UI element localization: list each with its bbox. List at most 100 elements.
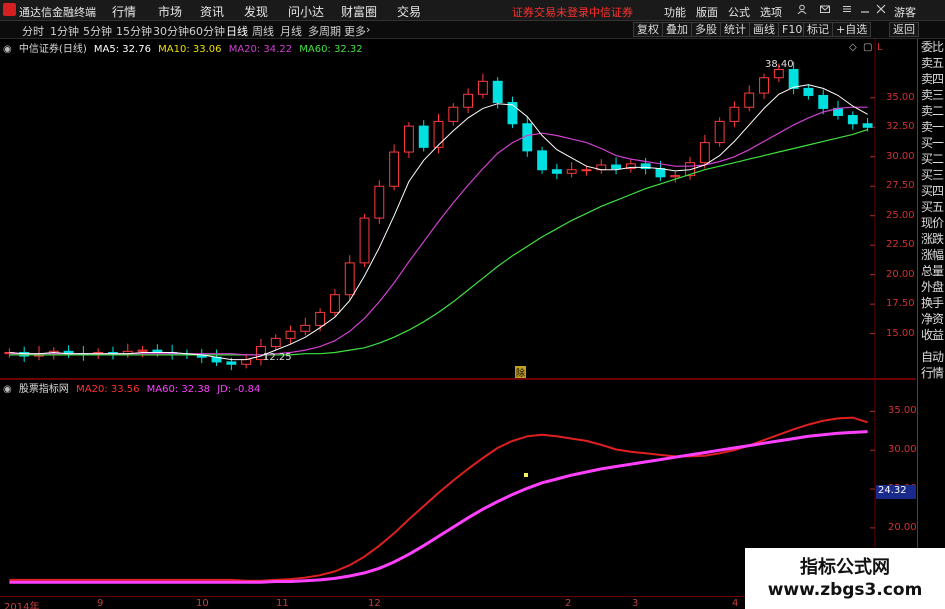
overlay-button[interactable]: 叠加 xyxy=(662,22,692,37)
period-multi[interactable]: 多周期 xyxy=(308,23,341,39)
menu-assistant[interactable]: 问小达 xyxy=(288,3,324,20)
login-status[interactable]: 证券交易未登录 xyxy=(512,4,589,20)
y-tick-label: 25.00 xyxy=(886,209,915,221)
app-logo-icon xyxy=(3,3,16,16)
side-tab-auto[interactable]: 自动 xyxy=(918,349,945,365)
y-tick-label: 27.50 xyxy=(886,180,915,192)
expand-icon[interactable]: ◉ xyxy=(3,44,12,55)
chevron-right-icon[interactable]: › xyxy=(366,23,370,36)
candle-body xyxy=(655,168,666,178)
menu-discover[interactable]: 发现 xyxy=(244,3,268,20)
side-tab-ask2[interactable]: 卖二 xyxy=(918,103,945,119)
side-tab-price[interactable]: 现价 xyxy=(918,215,945,231)
indicator-ma20-value: MA20: 33.56 xyxy=(76,384,140,395)
mark-button[interactable]: 标记 xyxy=(803,22,833,37)
candle-body xyxy=(374,185,385,219)
x-tick: 9 xyxy=(97,598,104,609)
guest-label[interactable]: 游客 xyxy=(894,4,916,20)
candle-body xyxy=(847,114,858,125)
side-tab-ask3[interactable]: 卖三 xyxy=(918,87,945,103)
side-tab-quotes[interactable]: 行情 xyxy=(918,365,945,381)
candle-body xyxy=(507,102,518,125)
ma60-value: MA60: 32.32 xyxy=(299,44,363,55)
indicator-y-tick-label: 35.00 xyxy=(888,405,917,417)
candle-body xyxy=(226,361,237,365)
side-tab-turnover[interactable]: 换手 xyxy=(918,295,945,311)
toolbar: 分时 1分钟 5分钟 15分钟 30分钟 60分钟 日线 周线 月线 多周期 更… xyxy=(0,21,945,39)
indicator-name[interactable]: 股票指标网 xyxy=(19,384,69,395)
menu-wealth[interactable]: 财富圈 xyxy=(341,3,377,20)
scale-type-label[interactable]: L xyxy=(877,42,883,53)
side-tab-earnings[interactable]: 收益 xyxy=(918,327,945,343)
side-tab-committee-ratio[interactable]: 委比 xyxy=(918,39,945,55)
side-tab-bid4[interactable]: 买四 xyxy=(918,183,945,199)
candle-body xyxy=(803,87,814,96)
y-tick-label: 15.00 xyxy=(886,327,915,339)
side-tab-volume[interactable]: 总量 xyxy=(918,263,945,279)
indicator-y-tick-label: 30.00 xyxy=(888,444,917,456)
indicator-expand-icon[interactable]: ◉ xyxy=(3,384,12,395)
user-icon[interactable] xyxy=(797,4,807,14)
period-1min[interactable]: 1分钟 xyxy=(50,23,79,39)
side-tab-bid2[interactable]: 买二 xyxy=(918,151,945,167)
menu-icon[interactable] xyxy=(842,4,852,14)
price-chart[interactable] xyxy=(0,39,916,378)
candle-body xyxy=(270,337,281,348)
menu-trade[interactable]: 交易 xyxy=(397,3,421,20)
menu-market[interactable]: 行情 xyxy=(112,3,136,20)
x-tick: 12 xyxy=(368,598,381,609)
window-restore-icon[interactable]: ▢ xyxy=(863,42,872,53)
candle-body xyxy=(359,217,370,264)
candle-body xyxy=(137,349,148,352)
menu-layout[interactable]: 版面 xyxy=(696,4,718,20)
x-tick: 2014年 xyxy=(4,602,40,609)
app-title: 通达信金融终端 xyxy=(19,6,96,19)
period-daily[interactable]: 日线 xyxy=(226,23,248,39)
side-tab-outer[interactable]: 外盘 xyxy=(918,279,945,295)
menu-function[interactable]: 功能 xyxy=(664,4,686,20)
period-60min[interactable]: 60分钟 xyxy=(189,23,225,39)
adjust-button[interactable]: 复权 xyxy=(633,22,663,37)
multi-stock-button[interactable]: 多股 xyxy=(691,22,721,37)
statistics-button[interactable]: 统计 xyxy=(720,22,750,37)
menu-options[interactable]: 选项 xyxy=(760,4,782,20)
period-intraday[interactable]: 分时 xyxy=(22,23,44,39)
candle-body xyxy=(315,311,326,326)
add-watchlist-button[interactable]: +自选 xyxy=(832,22,872,37)
stock-name[interactable]: 中信证券(日线) xyxy=(19,44,87,55)
candle-body xyxy=(699,142,710,164)
y-tick-label: 17.50 xyxy=(886,298,915,310)
side-tab-bid1[interactable]: 买一 xyxy=(918,135,945,151)
side-tab-net-assets[interactable]: 净资 xyxy=(918,311,945,327)
side-tab-ask1[interactable]: 卖一 xyxy=(918,119,945,135)
high-annotation: 38.40 xyxy=(765,59,794,70)
settings-diamond-icon[interactable]: ◇ xyxy=(849,42,857,53)
x-tick: 11 xyxy=(276,598,289,609)
indicator-y-tick-label: 20.00 xyxy=(888,521,917,533)
side-tab-bid3[interactable]: 买三 xyxy=(918,167,945,183)
period-monthly[interactable]: 月线 xyxy=(280,23,302,39)
menu-board[interactable]: 市场 xyxy=(158,3,182,20)
draw-line-button[interactable]: 画线 xyxy=(749,22,779,37)
menu-formula[interactable]: 公式 xyxy=(728,4,750,20)
side-tab-change-pct[interactable]: 涨幅 xyxy=(918,247,945,263)
period-more[interactable]: 更多 xyxy=(344,23,366,39)
period-30min[interactable]: 30分钟 xyxy=(153,23,189,39)
side-tab-bid5[interactable]: 买五 xyxy=(918,199,945,215)
period-weekly[interactable]: 周线 xyxy=(252,23,274,39)
y-tick-label: 35.00 xyxy=(886,91,915,103)
candle-body xyxy=(300,324,311,332)
side-tab-ask5[interactable]: 卖五 xyxy=(918,55,945,71)
x-tick: 2 xyxy=(565,598,572,609)
side-tab-change[interactable]: 涨跌 xyxy=(918,231,945,247)
side-tab-ask4[interactable]: 卖四 xyxy=(918,71,945,87)
period-5min[interactable]: 5分钟 xyxy=(83,23,112,39)
candle-body xyxy=(463,93,474,108)
close-icon[interactable] xyxy=(876,4,886,14)
back-button[interactable]: 返回 xyxy=(889,22,919,37)
menu-news[interactable]: 资讯 xyxy=(200,3,224,20)
minimize-icon[interactable] xyxy=(860,4,870,14)
mail-icon[interactable] xyxy=(820,4,830,14)
period-15min[interactable]: 15分钟 xyxy=(116,23,152,39)
candle-body xyxy=(744,92,755,108)
